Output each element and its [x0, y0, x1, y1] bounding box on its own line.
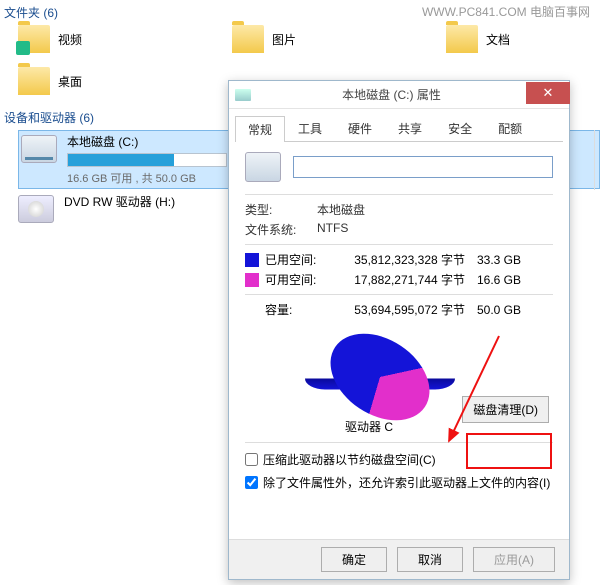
used-color-swatch — [245, 253, 259, 267]
capacity-label: 容量: — [265, 301, 329, 318]
free-space-gb: 16.6 GB — [471, 273, 521, 287]
dvd-drive-icon — [18, 195, 54, 223]
ok-button[interactable]: 确定 — [321, 547, 387, 572]
apply-button[interactable]: 应用(A) — [473, 547, 555, 572]
divider — [245, 294, 553, 295]
folder-icon — [18, 67, 50, 95]
pie-drive-label: 驱动器 C — [345, 418, 393, 435]
free-color-swatch — [245, 273, 259, 287]
folder-item-pictures[interactable]: 图片 — [232, 25, 296, 53]
folder-icon — [446, 25, 478, 53]
divider — [245, 194, 553, 195]
dialog-button-row: 确定 取消 应用(A) — [229, 539, 569, 579]
cancel-button[interactable]: 取消 — [397, 547, 463, 572]
type-value: 本地磁盘 — [317, 201, 365, 218]
drive-small-icon — [235, 89, 251, 101]
index-label: 除了文件属性外，还允许索引此驱动器上文件的内容(I) — [263, 474, 550, 491]
video-badge-icon — [16, 41, 30, 55]
compress-checkbox-row[interactable]: 压缩此驱动器以节约磁盘空间(C) — [245, 451, 553, 468]
index-checkbox[interactable] — [245, 476, 258, 489]
drive-name-input[interactable] — [293, 156, 553, 178]
folder-item-desktop[interactable]: 桌面 — [18, 67, 82, 95]
drive-capacity-bar — [67, 153, 227, 167]
tab-strip: 常规 工具 硬件 共享 安全 配额 — [235, 115, 563, 142]
used-space-label: 已用空间: — [265, 251, 329, 268]
folder-label: 图片 — [272, 31, 296, 48]
type-label: 类型: — [245, 201, 317, 218]
capacity-gb: 50.0 GB — [471, 303, 521, 317]
folder-icon — [18, 25, 50, 53]
folder-label: 桌面 — [58, 73, 82, 90]
index-checkbox-row[interactable]: 除了文件属性外，还允许索引此驱动器上文件的内容(I) — [245, 474, 553, 491]
folder-label: 文档 — [486, 31, 510, 48]
free-space-label: 可用空间: — [265, 271, 329, 288]
close-button[interactable]: ✕ — [526, 82, 570, 104]
drive-large-icon — [245, 152, 281, 182]
watermark-text: WWW.PC841.COM 电脑百事网 — [422, 3, 590, 20]
hard-drive-icon — [21, 135, 57, 163]
scrollbar-edge — [594, 130, 600, 190]
dialog-titlebar[interactable]: 本地磁盘 (C:) 属性 ✕ — [229, 81, 569, 109]
compress-checkbox[interactable] — [245, 453, 258, 466]
used-space-gb: 33.3 GB — [471, 253, 521, 267]
tab-tools[interactable]: 工具 — [285, 115, 335, 141]
disk-cleanup-button[interactable]: 磁盘清理(D) — [462, 396, 549, 423]
folder-item-videos[interactable]: 视频 — [18, 25, 82, 53]
folder-label: 视频 — [58, 31, 82, 48]
tab-general[interactable]: 常规 — [235, 116, 285, 142]
divider — [245, 244, 553, 245]
tab-quota[interactable]: 配额 — [485, 115, 535, 141]
tab-security[interactable]: 安全 — [435, 115, 485, 141]
folder-icon — [232, 25, 264, 53]
pie-chart-area: 驱动器 C 磁盘清理(D) — [245, 326, 553, 436]
tab-hardware[interactable]: 硬件 — [335, 115, 385, 141]
filesystem-label: 文件系统: — [245, 221, 317, 238]
compress-label: 压缩此驱动器以节约磁盘空间(C) — [263, 451, 436, 468]
used-space-bytes: 35,812,323,328 字节 — [335, 251, 465, 268]
tab-sharing[interactable]: 共享 — [385, 115, 435, 141]
filesystem-value: NTFS — [317, 221, 348, 238]
properties-dialog: 本地磁盘 (C:) 属性 ✕ 常规 工具 硬件 共享 安全 配额 类型:本地磁盘… — [228, 80, 570, 580]
folder-item-documents[interactable]: 文档 — [446, 25, 510, 53]
divider — [245, 442, 553, 443]
pie-chart — [312, 325, 448, 428]
dialog-title: 本地磁盘 (C:) 属性 — [257, 86, 526, 103]
capacity-bytes: 53,694,595,072 字节 — [335, 301, 465, 318]
tab-body-general: 类型:本地磁盘 文件系统:NTFS 已用空间: 35,812,323,328 字… — [229, 142, 569, 503]
free-space-bytes: 17,882,271,744 字节 — [335, 271, 465, 288]
